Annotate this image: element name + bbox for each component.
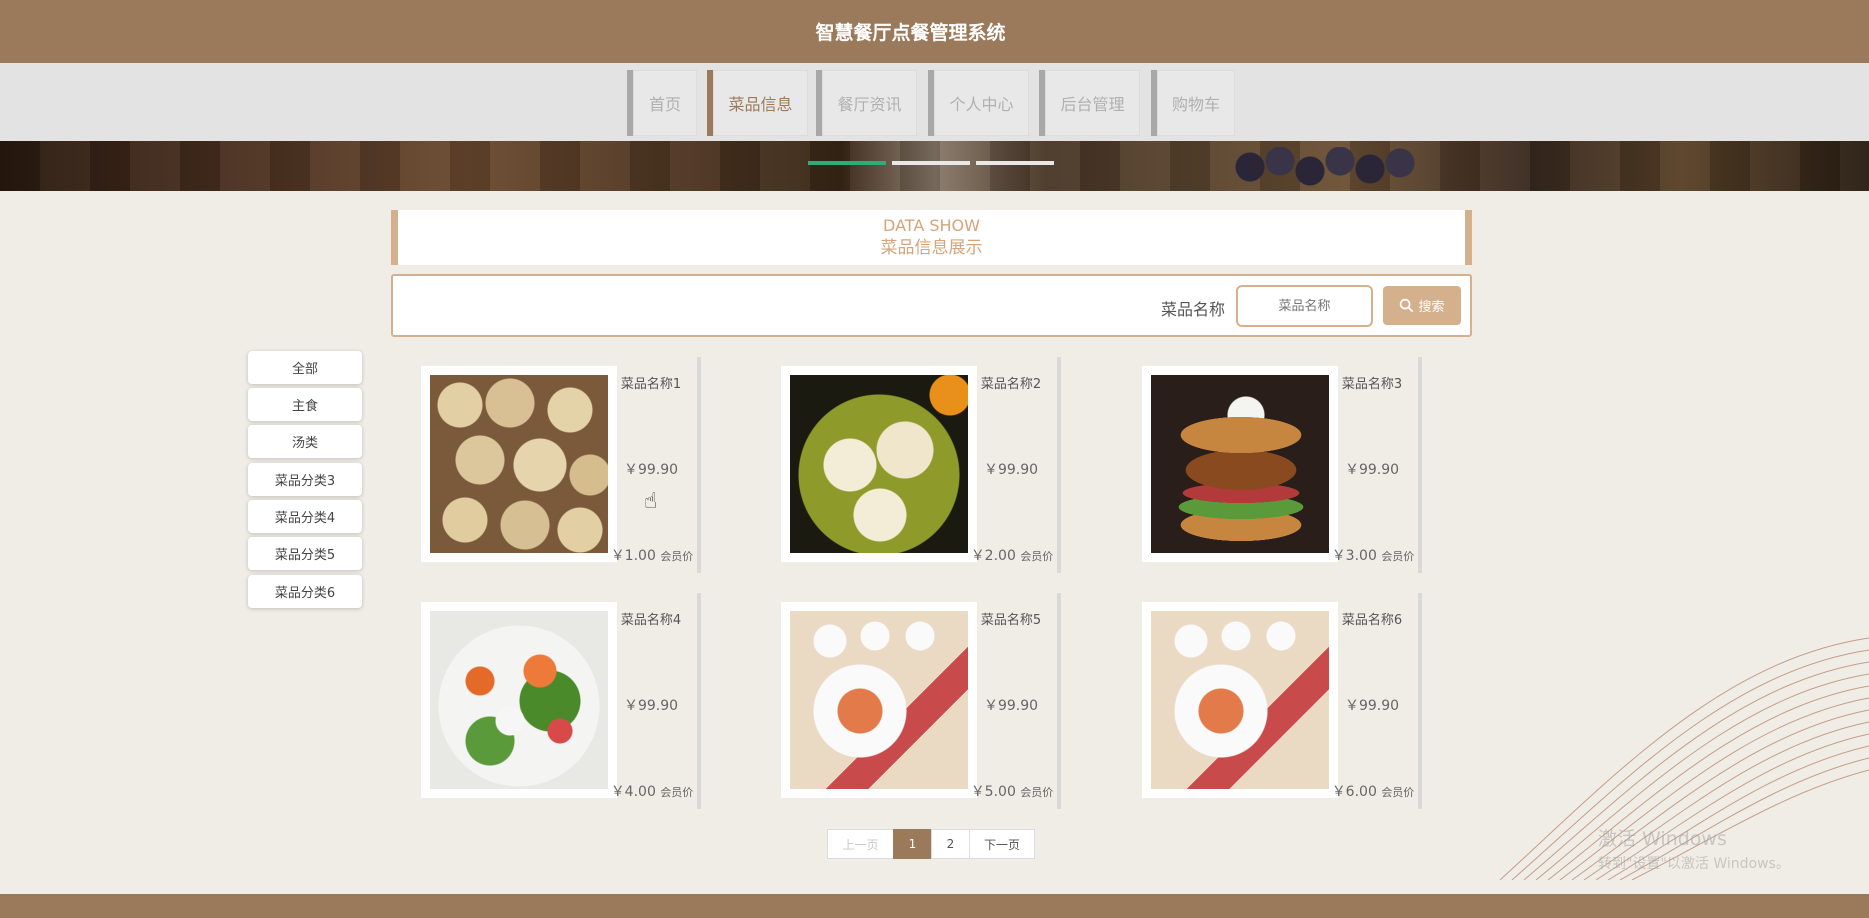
nav-dishes[interactable]: 菜品信息 xyxy=(707,70,808,136)
carousel-dot-1[interactable] xyxy=(808,161,886,165)
card-divider xyxy=(697,357,701,573)
page-2-button[interactable]: 2 xyxy=(931,829,970,859)
main-nav: 首页 菜品信息 餐厅资讯 个人中心 后台管理 购物车 xyxy=(0,63,1869,141)
banner-image xyxy=(0,141,1869,191)
product-vip-price: ￥1.00 会员价 xyxy=(597,545,707,565)
search-input[interactable] xyxy=(1236,285,1373,327)
category-6[interactable]: 菜品分类6 xyxy=(248,575,362,608)
nav-admin[interactable]: 后台管理 xyxy=(1039,70,1140,136)
search-button-label: 搜索 xyxy=(1418,300,1445,315)
product-photo[interactable] xyxy=(781,366,977,562)
nav-profile[interactable]: 个人中心 xyxy=(928,70,1029,136)
product-price: ￥99.90 xyxy=(983,462,1039,478)
card-divider xyxy=(1418,357,1422,573)
rice-bowl-image xyxy=(1151,611,1329,789)
watermark-line-1: 激活 Windows xyxy=(1598,828,1727,850)
site-header: 智慧餐厅点餐管理系统 xyxy=(0,0,1869,63)
search-bar: 菜品名称 搜索 xyxy=(391,274,1472,337)
product-name: 菜品名称3 xyxy=(1341,377,1403,392)
vip-tag: 会员价 xyxy=(660,550,694,563)
product-name: 菜品名称6 xyxy=(1341,613,1403,628)
category-soup[interactable]: 汤类 xyxy=(248,425,362,458)
category-staple[interactable]: 主食 xyxy=(248,388,362,421)
product-price: ￥99.90 xyxy=(1344,462,1400,478)
product-card[interactable]: 菜品名称1 ￥99.90 ￥1.00 会员价 xyxy=(391,357,703,573)
section-title-cn: 菜品信息展示 xyxy=(880,238,983,258)
vip-tag: 会员价 xyxy=(1020,786,1054,799)
vip-price-value: ￥6.00 xyxy=(1331,784,1377,800)
burger-image xyxy=(1151,375,1329,553)
product-card[interactable]: 菜品名称6 ￥99.90 ￥6.00 会员价 xyxy=(1112,593,1424,809)
vip-tag: 会员价 xyxy=(1020,550,1054,563)
category-5[interactable]: 菜品分类5 xyxy=(248,537,362,570)
carousel-dot-3[interactable] xyxy=(976,161,1054,165)
category-3[interactable]: 菜品分类3 xyxy=(248,463,362,496)
product-price: ￥99.90 xyxy=(623,698,679,714)
vip-price-value: ￥3.00 xyxy=(1331,548,1377,564)
product-vip-price: ￥6.00 会员价 xyxy=(1318,781,1428,801)
card-divider xyxy=(1057,593,1061,809)
vip-tag: 会员价 xyxy=(1381,550,1415,563)
card-divider xyxy=(1418,593,1422,809)
hand-cursor-icon: ☝ xyxy=(644,489,658,514)
rice-bowl-image xyxy=(790,611,968,789)
dim-sum-image xyxy=(790,375,968,553)
product-name: 菜品名称1 xyxy=(620,377,682,392)
nav-news[interactable]: 餐厅资讯 xyxy=(816,70,917,136)
product-photo[interactable] xyxy=(781,602,977,798)
vip-price-value: ￥1.00 xyxy=(610,548,656,564)
product-photo[interactable] xyxy=(1142,366,1338,562)
category-4[interactable]: 菜品分类4 xyxy=(248,500,362,533)
product-vip-price: ￥2.00 会员价 xyxy=(957,545,1067,565)
vip-tag: 会员价 xyxy=(1381,786,1415,799)
product-photo[interactable] xyxy=(1142,602,1338,798)
product-photo[interactable] xyxy=(421,602,617,798)
product-price: ￥99.90 xyxy=(623,462,679,478)
section-title-en: DATA SHOW xyxy=(883,216,980,235)
product-photo[interactable] xyxy=(421,366,617,562)
product-card[interactable]: 菜品名称4 ￥99.90 ￥4.00 会员价 xyxy=(391,593,703,809)
page-1-button[interactable]: 1 xyxy=(893,829,932,859)
nav-home[interactable]: 首页 xyxy=(627,70,697,136)
site-footer xyxy=(0,894,1869,918)
product-price: ￥99.90 xyxy=(983,698,1039,714)
carousel-dot-2[interactable] xyxy=(892,161,970,165)
vip-price-value: ￥2.00 xyxy=(970,548,1016,564)
pagination: 上一页 1 2 下一页 xyxy=(827,829,1035,859)
watermark-line-2: 转到"设置"以激活 Windows。 xyxy=(1598,856,1790,872)
product-name: 菜品名称5 xyxy=(980,613,1042,628)
section-header: DATA SHOW 菜品信息展示 xyxy=(391,210,1472,265)
vip-price-value: ￥4.00 xyxy=(610,784,656,800)
vip-tag: 会员价 xyxy=(660,786,694,799)
product-vip-price: ￥3.00 会员价 xyxy=(1318,545,1428,565)
product-name: 菜品名称2 xyxy=(980,377,1042,392)
product-card[interactable]: 菜品名称5 ￥99.90 ￥5.00 会员价 xyxy=(751,593,1063,809)
search-icon xyxy=(1400,298,1414,313)
product-vip-price: ￥5.00 会员价 xyxy=(957,781,1067,801)
site-title: 智慧餐厅点餐管理系统 xyxy=(815,22,1006,44)
card-divider xyxy=(1057,357,1061,573)
product-name: 菜品名称4 xyxy=(620,613,682,628)
product-card[interactable]: 菜品名称3 ￥99.90 ￥3.00 会员价 xyxy=(1112,357,1424,573)
product-card[interactable]: 菜品名称2 ￥99.90 ￥2.00 会员价 xyxy=(751,357,1063,573)
banner-grapes-decoration xyxy=(1230,147,1430,187)
category-all[interactable]: 全部 xyxy=(248,351,362,384)
dumplings-image xyxy=(430,375,608,553)
search-button[interactable]: 搜索 xyxy=(1383,286,1461,325)
nav-cart[interactable]: 购物车 xyxy=(1151,70,1235,136)
search-label: 菜品名称 xyxy=(1161,300,1226,319)
product-price: ￥99.90 xyxy=(1344,698,1400,714)
vip-price-value: ￥5.00 xyxy=(970,784,1016,800)
card-divider xyxy=(697,593,701,809)
prev-page-button[interactable]: 上一页 xyxy=(827,829,894,859)
salad-image xyxy=(430,611,608,789)
next-page-button[interactable]: 下一页 xyxy=(969,829,1035,859)
windows-activation-watermark: 激活 Windows 转到"设置"以激活 Windows。 xyxy=(1598,824,1790,873)
banner-carousel[interactable] xyxy=(0,141,1869,191)
product-vip-price: ￥4.00 会员价 xyxy=(597,781,707,801)
